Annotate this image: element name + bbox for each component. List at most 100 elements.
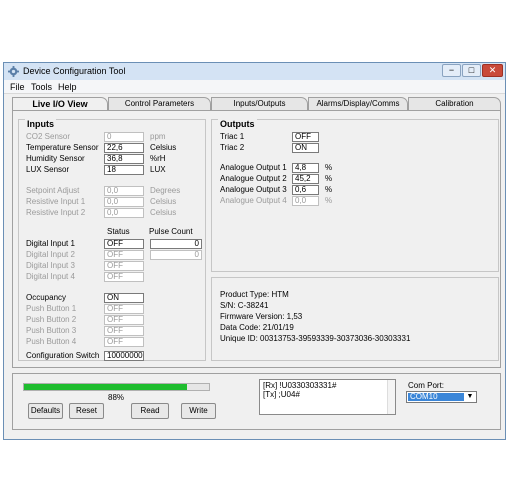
config-switch-label: Configuration Switch	[26, 351, 100, 360]
analogue-output-4-label: Analogue Output 4	[220, 196, 287, 205]
push-button-2-field: OFF	[104, 315, 144, 325]
comms-line-rx: [Rx] !U0330303331#	[263, 381, 337, 390]
analogue-output-3-field: 0,6	[292, 185, 319, 195]
co2-sensor-label: CO2 Sensor	[26, 132, 71, 141]
minimize-button[interactable]: −	[442, 64, 461, 77]
humidity-sensor-unit: %rH	[150, 154, 166, 163]
triac-2-label: Triac 2	[220, 143, 245, 152]
progress-bar	[23, 383, 210, 391]
digital-input-2-pulse: 0	[150, 250, 202, 260]
inputs-title: Inputs	[25, 119, 56, 129]
config-switch-field: 10000000	[104, 351, 144, 361]
analogue-output-1-unit: %	[325, 163, 333, 172]
co2-sensor-unit: ppm	[150, 132, 166, 141]
digital-input-1-pulse: 0	[150, 239, 202, 249]
progress-label: 88%	[108, 393, 125, 402]
tab-live-io-view[interactable]: Live I/O View	[12, 97, 108, 111]
triac-1-label: Triac 1	[220, 132, 245, 141]
com-port-select[interactable]: COM10 ▼	[406, 391, 477, 403]
title-bar: Device Configuration Tool − □ ✕	[4, 63, 505, 80]
pulse-count-header: Pulse Count	[149, 227, 193, 236]
push-button-3-label: Push Button 3	[26, 326, 77, 335]
analogue-output-3-unit: %	[325, 185, 333, 194]
push-button-1-label: Push Button 1	[26, 304, 77, 313]
window-title: Device Configuration Tool	[23, 66, 126, 76]
occupancy-label: Occupancy	[26, 293, 67, 302]
read-button[interactable]: Read	[131, 403, 169, 419]
occupancy-field: ON	[104, 293, 144, 303]
resistive-input-1-unit: Celsius	[150, 197, 177, 206]
push-button-2-label: Push Button 2	[26, 315, 77, 324]
tab-calibration[interactable]: Calibration	[408, 97, 501, 110]
push-button-4-label: Push Button 4	[26, 337, 77, 346]
setpoint-adjust-label: Setpoint Adjust	[26, 186, 80, 195]
setpoint-adjust-field: 0,0	[104, 186, 144, 196]
resistive-input-1-field: 0,0	[104, 197, 144, 207]
digital-input-4-status: OFF	[104, 272, 144, 282]
digital-input-3-status: OFF	[104, 261, 144, 271]
analogue-output-2-label: Analogue Output 2	[220, 174, 287, 183]
com-port-value: COM10	[408, 393, 464, 401]
digital-input-2-label: Digital Input 2	[26, 250, 75, 259]
write-button[interactable]: Write	[181, 403, 216, 419]
bottom-bar: 88% Defaults Reset Read Write [Rx] !U033…	[12, 373, 501, 430]
humidity-sensor-label: Humidity Sensor	[26, 154, 85, 163]
push-button-3-field: OFF	[104, 326, 144, 336]
progress-fill	[24, 384, 187, 390]
reset-button[interactable]: Reset	[69, 403, 104, 419]
tab-alarms-display-comms[interactable]: Alarms/Display/Comms	[308, 97, 408, 110]
digital-input-1-status: OFF	[104, 239, 144, 249]
live-io-panel: Inputs CO2 Sensor 0 ppm Temperature Sens…	[12, 110, 501, 368]
analogue-output-1-field: 4,8	[292, 163, 319, 173]
resistive-input-2-field: 0,0	[104, 208, 144, 218]
comms-log[interactable]: [Rx] !U0330303331# [Tx] ;U04#	[259, 379, 396, 415]
product-type: Product Type: HTM	[220, 290, 289, 299]
triac-1-field: OFF	[292, 132, 319, 142]
comms-line-tx: [Tx] ;U04#	[263, 390, 300, 399]
firmware-version: Firmware Version: 1,53	[220, 312, 303, 321]
analogue-output-2-unit: %	[325, 174, 333, 183]
app-window: Device Configuration Tool − □ ✕ File Too…	[3, 62, 506, 440]
outputs-title: Outputs	[218, 119, 257, 129]
temperature-sensor-unit: Celsius	[150, 143, 177, 152]
analogue-output-4-field: 0,0	[292, 196, 319, 206]
resistive-input-2-label: Resistive Input 2	[26, 208, 86, 217]
digital-input-4-label: Digital Input 4	[26, 272, 75, 281]
status-header: Status	[107, 227, 130, 236]
push-button-1-field: OFF	[104, 304, 144, 314]
temperature-sensor-label: Temperature Sensor	[26, 143, 99, 152]
menu-help[interactable]: Help	[58, 82, 77, 92]
push-button-4-field: OFF	[104, 337, 144, 347]
co2-sensor-field: 0	[104, 132, 144, 142]
close-button[interactable]: ✕	[482, 64, 503, 77]
analogue-output-1-label: Analogue Output 1	[220, 163, 287, 172]
lux-sensor-unit: LUX	[150, 165, 166, 174]
digital-input-3-label: Digital Input 3	[26, 261, 75, 270]
gear-icon	[8, 66, 19, 77]
digital-input-2-status: OFF	[104, 250, 144, 260]
data-code: Data Code: 21/01/19	[220, 323, 294, 332]
serial-number: S/N: C-38241	[220, 301, 269, 310]
analogue-output-2-field: 45,2	[292, 174, 319, 184]
tab-inputs-outputs[interactable]: Inputs/Outputs	[211, 97, 308, 110]
lux-sensor-field: 18	[104, 165, 144, 175]
menu-file[interactable]: File	[10, 82, 25, 92]
humidity-sensor-field: 36,8	[104, 154, 144, 164]
menu-tools[interactable]: Tools	[31, 82, 52, 92]
triac-2-field: ON	[292, 143, 319, 153]
outputs-group: Outputs Triac 1 OFF Triac 2 ON Analogue …	[211, 119, 499, 272]
inputs-group: Inputs CO2 Sensor 0 ppm Temperature Sens…	[18, 119, 206, 361]
tab-control-parameters[interactable]: Control Parameters	[108, 97, 211, 110]
menu-bar: File Tools Help	[4, 80, 505, 94]
temperature-sensor-field: 22,6	[104, 143, 144, 153]
lux-sensor-label: LUX Sensor	[26, 165, 70, 174]
analogue-output-3-label: Analogue Output 3	[220, 185, 287, 194]
digital-input-1-label: Digital Input 1	[26, 239, 75, 248]
chevron-down-icon[interactable]: ▼	[465, 393, 475, 401]
resistive-input-2-unit: Celsius	[150, 208, 177, 217]
maximize-button[interactable]: □	[462, 64, 481, 77]
comms-scrollbar[interactable]	[387, 380, 395, 414]
defaults-button[interactable]: Defaults	[28, 403, 63, 419]
tab-strip: Live I/O View Control Parameters Inputs/…	[12, 97, 501, 111]
com-port-label: Com Port:	[408, 381, 445, 390]
